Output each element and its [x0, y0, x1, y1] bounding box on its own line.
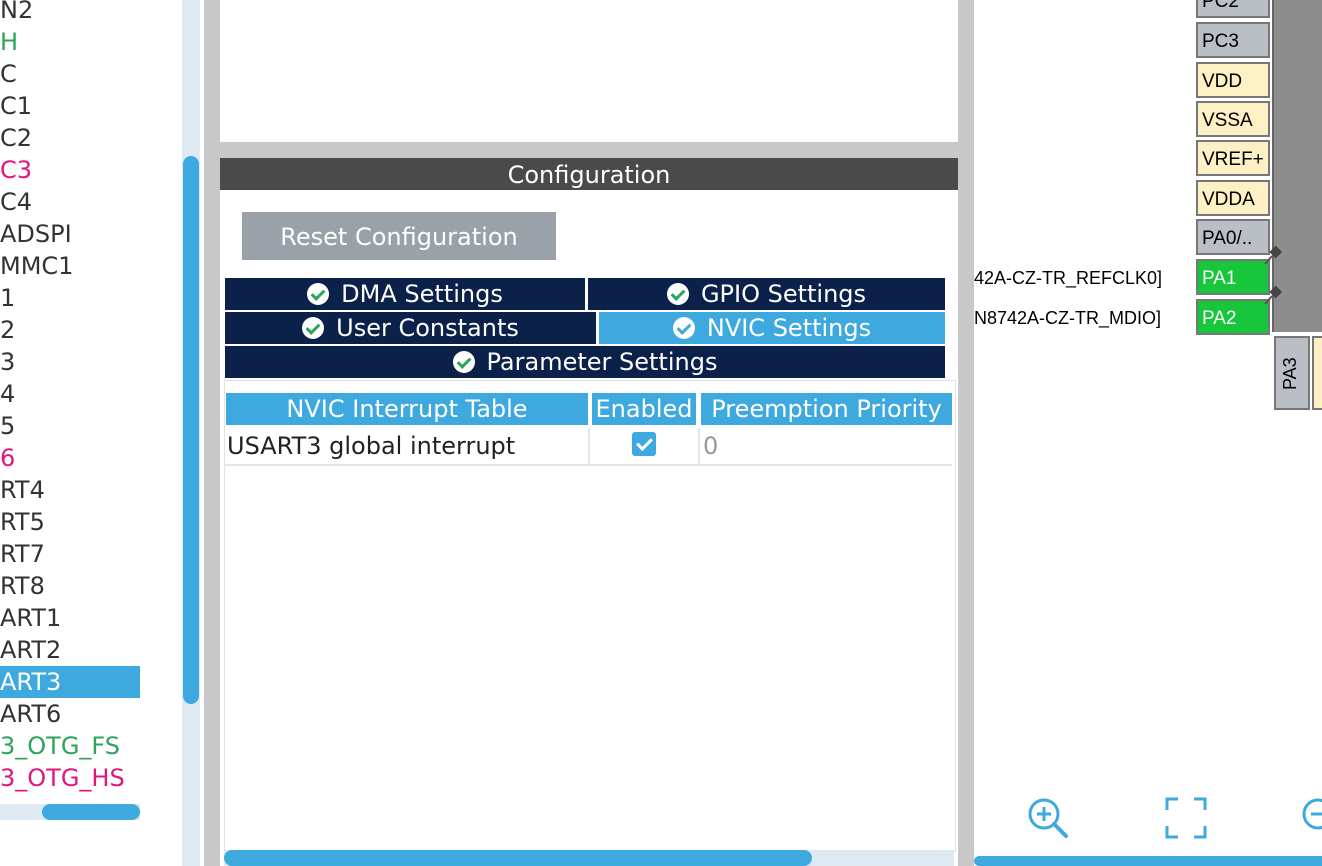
list-item[interactable]: RT4 [0, 474, 140, 506]
table-row-border [224, 464, 952, 466]
column-header-enabled[interactable]: Enabled [592, 393, 696, 425]
list-item[interactable]: 6 [0, 442, 140, 474]
list-item[interactable]: C2 [0, 122, 140, 154]
column-header-preemption[interactable]: Preemption Priority [701, 393, 952, 425]
pin-vdda[interactable]: VDDA [1196, 180, 1270, 216]
column-header-interrupt[interactable]: NVIC Interrupt Table [226, 393, 588, 425]
pin-pc3[interactable]: PC3 [1196, 22, 1270, 58]
list-item[interactable]: 3_OTG_HS [0, 762, 140, 794]
pin-pa3[interactable]: PA3 [1274, 336, 1310, 410]
check-circle-icon [666, 283, 689, 305]
configuration-header: Configuration [220, 158, 958, 190]
list-item[interactable]: N2 [0, 0, 140, 26]
cell-separator [588, 428, 590, 464]
pin-signal-label-pa1: 42A-CZ-TR_REFCLK0] [974, 268, 1163, 288]
zoom-out-icon[interactable] [1300, 796, 1322, 840]
table-horizontal-scrollbar[interactable] [224, 850, 954, 866]
tab-user-constants[interactable]: User Constants [225, 312, 596, 344]
list-item[interactable]: 3_OTG_FS [0, 730, 140, 762]
pushpin-icon [1264, 285, 1283, 305]
pin-signal-label-pa2: N8742A-CZ-TR_MDIO] [974, 308, 1162, 328]
preemption-priority-cell[interactable]: 0 [703, 428, 718, 464]
tab-gpio-settings[interactable]: GPIO Settings [588, 278, 945, 310]
pin-vdd[interactable]: VDD [1196, 62, 1270, 98]
list-item-selected[interactable]: ART3 [0, 666, 140, 698]
fit-screen-icon[interactable] [1164, 796, 1208, 840]
enabled-checkbox[interactable] [632, 432, 656, 456]
list-item[interactable]: C4 [0, 186, 140, 218]
list-item[interactable]: H [0, 26, 140, 58]
list-item[interactable]: C1 [0, 90, 140, 122]
check-circle-icon [302, 317, 325, 339]
list-item[interactable]: ADSPI [0, 218, 140, 250]
zoom-in-icon[interactable] [1026, 796, 1070, 840]
check-circle-icon [672, 317, 695, 339]
cell-separator [698, 428, 700, 464]
tab-label: DMA Settings [341, 280, 503, 308]
panel-divider[interactable] [204, 0, 220, 866]
list-item[interactable]: 3 [0, 346, 140, 378]
panel-splitter[interactable] [220, 142, 958, 158]
list-item[interactable]: ART6 [0, 698, 140, 730]
list-item[interactable]: C3 [0, 154, 140, 186]
scroll-thumb[interactable] [183, 156, 199, 704]
pin-pa1[interactable]: PA1 [1196, 259, 1270, 295]
pin-vref-plus[interactable]: VREF+ [1196, 140, 1270, 176]
list-item[interactable]: ART1 [0, 602, 140, 634]
check-circle-icon [452, 351, 475, 373]
list-item[interactable]: ART2 [0, 634, 140, 666]
tab-label: Parameter Settings [486, 348, 718, 376]
peripheral-list: N2 H C C1 C2 C3 C4 ADSPI MMC1 1 2 3 4 5 … [0, 0, 140, 800]
tab-nvic-settings[interactable]: NVIC Settings [599, 312, 945, 344]
chip-body [1272, 0, 1322, 332]
list-item[interactable]: C [0, 58, 140, 90]
left-horizontal-scrollbar[interactable] [0, 804, 140, 820]
pushpin-icon [1264, 245, 1283, 265]
tab-label: NVIC Settings [706, 314, 872, 342]
list-item[interactable]: RT8 [0, 570, 140, 602]
pin-pa2[interactable]: PA2 [1196, 299, 1270, 335]
tab-label: User Constants [336, 314, 519, 342]
list-item[interactable]: RT5 [0, 506, 140, 538]
scroll-thumb[interactable] [224, 850, 812, 866]
tab-parameter-settings[interactable]: Parameter Settings [225, 346, 945, 378]
pin-label: PA3 [1280, 357, 1300, 390]
list-item[interactable]: RT7 [0, 538, 140, 570]
interrupt-name-cell: USART3 global interrupt [227, 432, 516, 460]
reset-configuration-button[interactable]: Reset Configuration [242, 212, 556, 260]
check-circle-icon [307, 283, 330, 305]
pinout-horizontal-scrollbar[interactable] [974, 856, 1322, 866]
list-item[interactable]: MMC1 [0, 250, 140, 282]
scroll-thumb[interactable] [42, 804, 140, 820]
list-item[interactable]: 4 [0, 378, 140, 410]
tab-dma-settings[interactable]: DMA Settings [225, 278, 585, 310]
left-vertical-scrollbar[interactable] [182, 0, 200, 866]
pin-vssa[interactable]: VSSA [1196, 101, 1270, 137]
list-item[interactable]: 5 [0, 410, 140, 442]
pin-pc2[interactable]: PC2 [1196, 0, 1270, 18]
list-item[interactable]: 1 [0, 282, 140, 314]
pin-partial[interactable] [1312, 336, 1322, 410]
panel-divider[interactable] [958, 0, 974, 866]
pin-pa0[interactable]: PA0/.. [1196, 219, 1270, 255]
tab-label: GPIO Settings [700, 280, 867, 308]
list-item[interactable]: 2 [0, 314, 140, 346]
